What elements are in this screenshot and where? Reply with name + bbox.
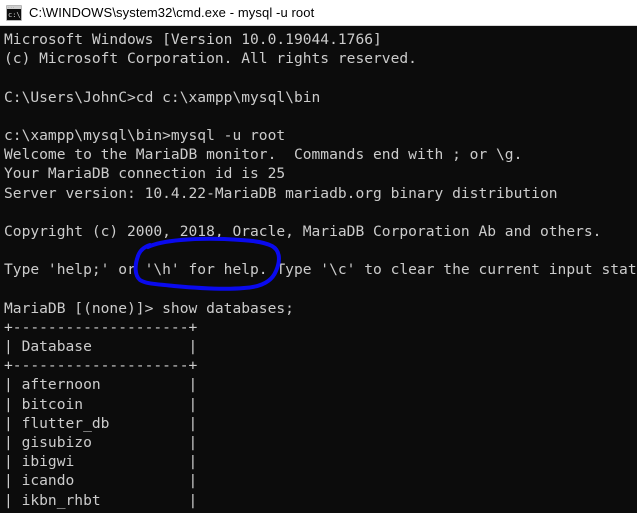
window-title: C:\WINDOWS\system32\cmd.exe - mysql -u r… [29,5,315,20]
title-bar[interactable]: ··· c:\_ C:\WINDOWS\system32\cmd.exe - m… [0,0,637,26]
icon-dots: ··· [8,5,15,9]
console-line-table-row: | icando | [4,472,198,490]
console-output[interactable]: Microsoft Windows [Version 10.0.19044.17… [0,26,637,513]
console-line-table-row: | ibigwi | [4,453,198,471]
console-line: Copyright (c) 2000, 2018, Oracle, MariaD… [4,222,602,240]
cmd-window: ··· c:\_ C:\WINDOWS\system32\cmd.exe - m… [0,0,637,513]
console-line: Server version: 10.4.22-MariaDB mariadb.… [4,184,558,202]
icon-prompt-text: c:\_ [8,10,21,19]
console-line-table-row: | bitcoin | [4,395,198,413]
console-line-table-row: | afternoon | [4,376,198,394]
console-line-table-row: | flutter_db | [4,414,198,432]
console-line: Type 'help;' or '\h' for help. Type '\c'… [4,261,637,279]
console-line-table-row: | gisubizo | [4,433,198,451]
console-line-table-border: +--------------------+ [4,318,198,336]
cmd-console-icon: ··· c:\_ [6,4,22,21]
console-line-mysql-command: c:\xampp\mysql\bin>mysql -u root [4,126,286,144]
console-line-table-header: | Database | [4,338,198,355]
console-line: (c) Microsoft Corporation. All rights re… [4,50,417,68]
console-line: Welcome to the MariaDB monitor. Commands… [4,146,523,164]
console-line: Microsoft Windows [Version 10.0.19044.17… [4,31,382,48]
console-line-table-row: | ikbn_rhbt | [4,491,198,509]
console-line-cd-command: C:\Users\JohnC>cd c:\xampp\mysql\bin [4,88,321,106]
console-line-table-border: +--------------------+ [4,357,198,375]
console-line: Your MariaDB connection id is 25 [4,165,286,183]
console-line-prompt-command: MariaDB [(none)]> show databases; [4,299,294,317]
